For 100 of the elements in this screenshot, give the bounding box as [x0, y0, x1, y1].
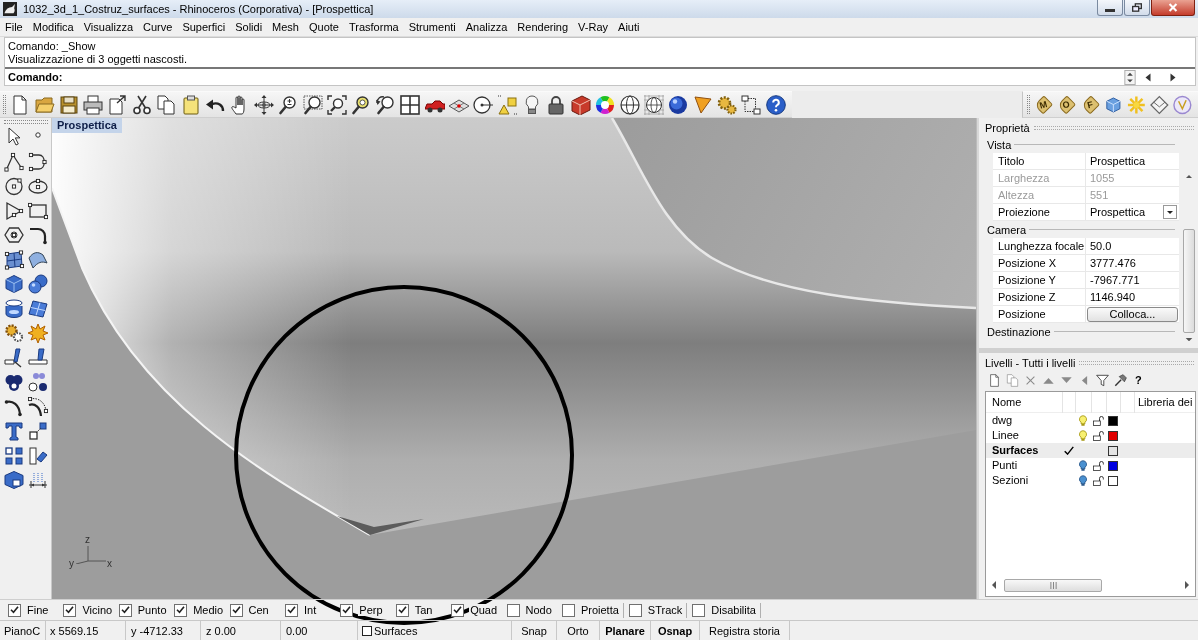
scroll-right-icon[interactable]	[1185, 581, 1189, 589]
help-button[interactable]: ?	[1132, 373, 1145, 387]
checkbox-label[interactable]: Vicino	[81, 604, 114, 616]
magnifier-ring-icon[interactable]	[351, 94, 372, 115]
layer-color-swatch[interactable]	[1108, 445, 1118, 456]
checkbox[interactable]	[561, 603, 575, 617]
box-icon[interactable]	[570, 94, 591, 115]
checkbox-label[interactable]: Punto	[136, 604, 168, 616]
checkbox[interactable]	[506, 603, 520, 617]
layer-color-swatch[interactable]	[1108, 415, 1118, 426]
four-viewports-icon[interactable]	[400, 94, 421, 115]
dimension-icon[interactable]	[28, 470, 48, 491]
menu-item[interactable]: V-Ray	[573, 18, 614, 36]
checkbox-label[interactable]: Fine	[26, 604, 50, 616]
grid-sphere-icon[interactable]	[643, 94, 664, 115]
triangle-icon[interactable]	[692, 94, 713, 115]
dots-group-icon[interactable]	[28, 372, 48, 393]
layer-row[interactable]: Punti	[986, 458, 1195, 473]
property-value[interactable]: Prospettica	[1085, 153, 1179, 169]
checkbox[interactable]	[63, 603, 77, 617]
checkbox-label[interactable]: Quad	[469, 604, 499, 616]
box-cutout-icon[interactable]	[4, 470, 24, 491]
layer-row[interactable]: Sezioni	[986, 473, 1195, 488]
checkbox-label[interactable]: STrack	[646, 604, 684, 616]
small-cube-icon[interactable]	[1103, 94, 1123, 115]
menu-item[interactable]: Analizza	[460, 18, 513, 36]
four-way-arrows-icon[interactable]	[253, 94, 274, 115]
checkbox-label[interactable]: Cen	[247, 604, 270, 616]
checkbox-label[interactable]: Tan	[413, 604, 434, 616]
layer-color-swatch[interactable]	[1108, 475, 1118, 486]
status-toggle[interactable]: Snap	[512, 621, 557, 640]
viewport-title[interactable]: Prospettica	[52, 118, 122, 133]
burst-icon[interactable]	[28, 323, 48, 344]
scrollbar-thumb[interactable]	[1004, 578, 1102, 592]
scroll-down-icon[interactable]	[1185, 337, 1193, 341]
menu-item[interactable]: Superfici	[177, 18, 231, 36]
circle-center-icon[interactable]	[4, 176, 24, 197]
menu-item[interactable]: Modifica	[27, 18, 79, 36]
checkbox[interactable]	[395, 603, 409, 617]
dropdown[interactable]: Prospettica	[1085, 204, 1179, 220]
tilted-block-icon[interactable]	[28, 445, 48, 466]
curved-surface-icon[interactable]	[28, 249, 48, 270]
letter-t-icon[interactable]	[4, 421, 24, 442]
checkbox[interactable]	[340, 603, 354, 617]
checkbox[interactable]	[8, 603, 21, 617]
folder-icon[interactable]	[34, 94, 55, 115]
blade-bar-icon[interactable]	[28, 347, 48, 368]
layer-row[interactable]: Surfaces	[986, 443, 1195, 458]
menu-item[interactable]: Visualizza	[78, 18, 139, 36]
checkbox[interactable]	[692, 603, 706, 617]
menu-item[interactable]: Aiuti	[613, 18, 645, 36]
restore-button[interactable]	[1124, 0, 1150, 16]
lock-icon[interactable]	[546, 94, 567, 115]
color-wheel-icon[interactable]	[595, 94, 616, 115]
menu-item[interactable]: Solidi	[230, 18, 268, 36]
property-value[interactable]: 1146.940	[1085, 289, 1179, 305]
open-lock-icon[interactable]	[1093, 460, 1104, 471]
property-value[interactable]: -7967.771	[1085, 272, 1179, 288]
spheres-icon[interactable]	[28, 274, 48, 295]
ellipse-icon[interactable]	[28, 176, 48, 197]
close-button[interactable]	[1151, 0, 1195, 16]
property-value[interactable]: 3777.476	[1085, 255, 1179, 271]
light-bulb-icon[interactable]	[1079, 475, 1087, 486]
layer-color-swatch[interactable]	[1108, 460, 1118, 471]
magnifier-plus-minus-icon[interactable]	[278, 94, 299, 115]
property-button[interactable]: Colloca...	[1087, 306, 1178, 322]
current-layer[interactable]: Surfaces	[358, 621, 512, 640]
checkbox[interactable]	[174, 603, 188, 617]
printer-icon[interactable]	[83, 94, 104, 115]
blade-icon[interactable]	[4, 347, 24, 368]
circles-icon[interactable]	[4, 372, 24, 393]
status-toggle[interactable]: Planare	[600, 621, 651, 640]
checkbox-label[interactable]: Int	[302, 604, 318, 616]
checkbox-label[interactable]: Disabilita	[710, 604, 757, 616]
checkbox-label[interactable]: Perp	[358, 604, 384, 616]
filter-icon[interactable]	[1096, 373, 1109, 387]
menu-item[interactable]: Strumenti	[403, 18, 461, 36]
light-bulb-icon[interactable]	[1079, 460, 1087, 471]
panel-grip[interactable]	[1033, 126, 1194, 130]
gears-icon[interactable]	[717, 94, 738, 115]
array-squares-icon[interactable]	[4, 445, 24, 466]
construction-plane-label[interactable]: PianoC	[0, 621, 46, 640]
checkbox[interactable]	[229, 603, 243, 617]
magnifier-arrow-icon[interactable]	[375, 94, 396, 115]
open-lock-icon[interactable]	[1093, 415, 1104, 426]
status-toggle[interactable]: Registra storia	[700, 621, 790, 640]
cylinder-icon[interactable]	[4, 298, 24, 319]
menu-item[interactable]: Quote	[304, 18, 344, 36]
copy-icon[interactable]	[156, 94, 177, 115]
scroll-left-icon[interactable]	[992, 581, 996, 589]
panel-grip[interactable]	[1079, 361, 1194, 365]
checkbox[interactable]	[118, 603, 132, 617]
menu-item[interactable]: Rendering	[512, 18, 574, 36]
help-icon[interactable]	[765, 94, 786, 115]
scissors-icon[interactable]	[132, 94, 153, 115]
diamond-icon[interactable]	[1149, 94, 1169, 115]
checkbox-label[interactable]: Nodo	[524, 604, 553, 616]
status-toggle[interactable]: Orto	[557, 621, 600, 640]
property-value[interactable]: 50.0	[1085, 238, 1179, 254]
open-lock-icon[interactable]	[1093, 430, 1104, 441]
